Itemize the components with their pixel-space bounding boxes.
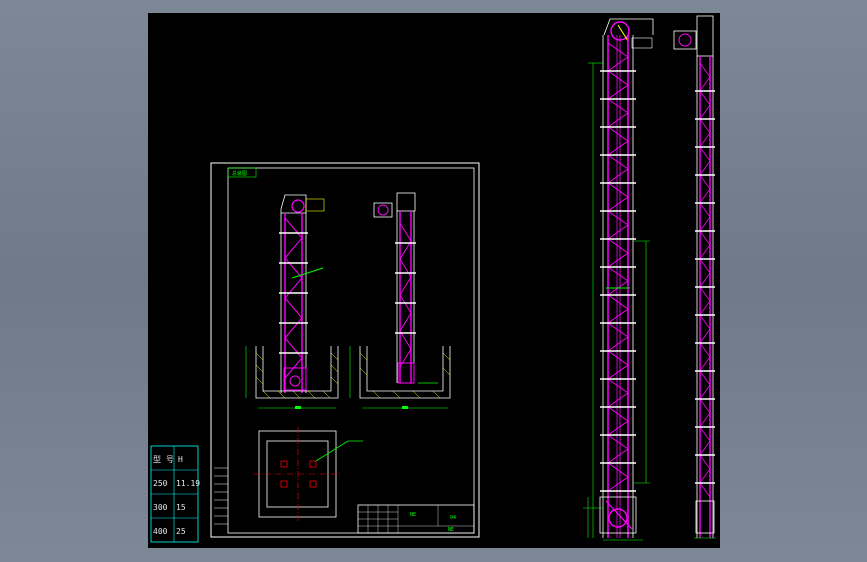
spec-cell-model-1: 250 <box>153 479 168 488</box>
title-block-code: 04 <box>450 515 456 521</box>
title-block: NE 04 NE <box>357 504 475 534</box>
spec-cell-h-3: 25 <box>176 527 186 536</box>
spec-header-h: H <box>178 455 183 464</box>
side-elevation-large <box>673 15 716 539</box>
spec-cell-model-3: 400 <box>153 527 168 536</box>
spec-cell-model-2: 300 <box>153 503 168 512</box>
sheet-frame: 总装图 <box>210 162 480 538</box>
front-elevation-large <box>583 18 654 541</box>
foundation-plan <box>254 427 363 521</box>
sheet-title: 总装图 <box>232 170 247 177</box>
spec-cell-h-2: 15 <box>176 503 186 512</box>
title-block-stamp: NE <box>448 527 454 533</box>
spec-cell-h-1: 11.19 <box>176 479 200 488</box>
spec-table: 型 号 H 250 11.19 300 15 400 25 <box>150 445 200 543</box>
front-elevation-small <box>279 194 325 393</box>
sheet-side-strip <box>214 467 228 525</box>
title-block-name: NE <box>410 512 416 518</box>
side-elevation-small <box>373 192 416 384</box>
spec-header-model: 型 号 <box>153 455 174 464</box>
drawing-canvas[interactable]: 总装图 型 号 H 250 11.19 300 15 400 25 NE 04 … <box>148 13 720 548</box>
cad-drawing-viewport[interactable]: 总装图 型 号 H 250 11.19 300 15 400 25 NE 04 … <box>148 13 720 548</box>
